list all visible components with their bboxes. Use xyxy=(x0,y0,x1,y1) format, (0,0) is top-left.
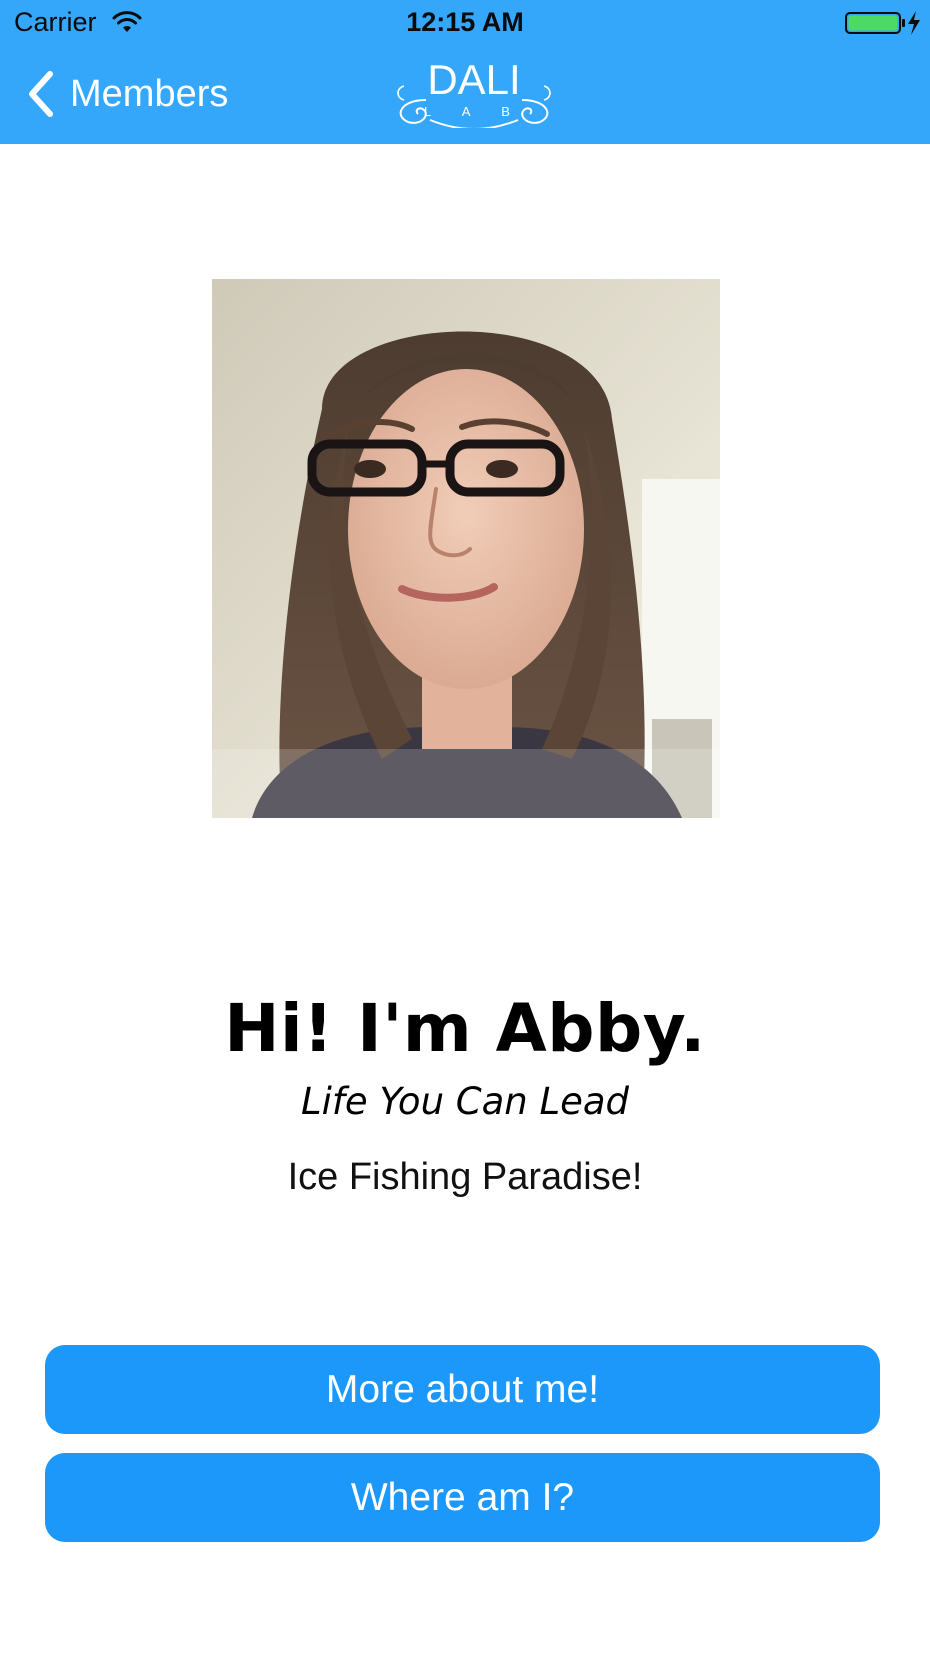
logo-bottom-text: L A B xyxy=(424,104,524,119)
profile-subtitle: Ice Fishing Paradise! xyxy=(287,1156,643,1198)
back-button-label: Members xyxy=(70,72,229,115)
chevron-left-icon xyxy=(29,71,53,117)
profile-greeting: Hi! I'm Abby. xyxy=(224,990,706,1067)
navigation-bar: Members DALI L A B xyxy=(0,44,930,144)
top-bar: Carrier 12:15 AM Members DALI L A B xyxy=(0,0,930,144)
charging-bolt-icon xyxy=(908,11,920,35)
where-am-i-button[interactable]: Where am I? xyxy=(45,1453,880,1542)
profile-photo xyxy=(212,279,720,818)
where-am-i-label: Where am I? xyxy=(350,1475,575,1519)
profile-tagline: Life You Can Lead xyxy=(300,1080,630,1123)
dali-lab-logo: DALI L A B xyxy=(397,56,551,128)
member-detail-screen: Carrier 12:15 AM Members DALI L A B Hi! … xyxy=(0,0,930,1654)
more-about-me-button[interactable]: More about me! xyxy=(45,1345,880,1434)
battery-icon xyxy=(845,12,905,34)
status-bar: Carrier 12:15 AM xyxy=(0,0,930,44)
more-about-me-label: More about me! xyxy=(325,1367,600,1411)
back-button[interactable]: Members xyxy=(24,66,228,122)
logo-top-text: DALI xyxy=(427,56,520,103)
status-time: 12:15 AM xyxy=(406,7,524,37)
